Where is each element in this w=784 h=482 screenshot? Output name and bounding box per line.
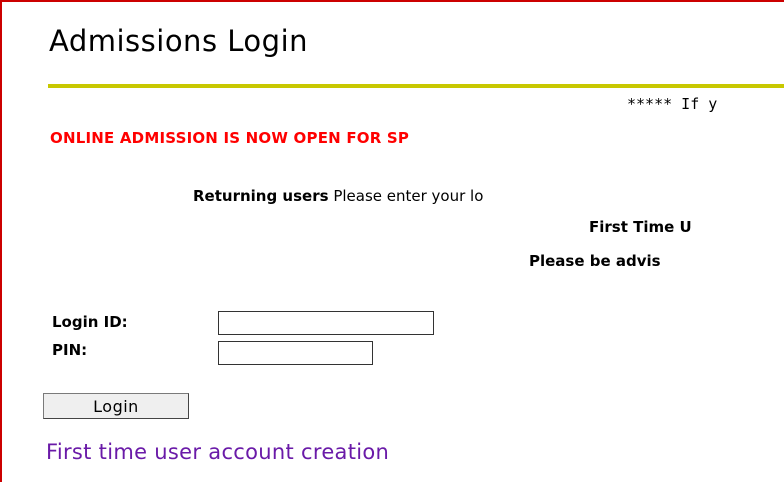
first-time-users-heading: First Time U: [589, 218, 692, 236]
page-title: Admissions Login: [49, 24, 309, 58]
returning-users-text: Please enter your lo: [328, 187, 484, 205]
returning-users-heading: Returning users: [193, 187, 329, 205]
returning-users-instructions: Returning users Please enter your lo: [193, 187, 483, 205]
pin-label: PIN:: [52, 341, 88, 359]
login-button[interactable]: Login: [43, 393, 189, 419]
pin-input[interactable]: [218, 341, 373, 365]
first-time-account-link[interactable]: First time user account creation: [46, 440, 389, 464]
online-admission-alert: ONLINE ADMISSION IS NOW OPEN FOR SP: [50, 129, 410, 147]
page-frame: Admissions Login ***** If y ONLINE ADMIS…: [0, 0, 784, 482]
title-divider: [48, 84, 784, 88]
notice-text: ***** If y: [627, 95, 718, 113]
login-id-label: Login ID:: [52, 313, 128, 331]
login-id-input[interactable]: [218, 311, 434, 335]
advisory-text: Please be advis: [529, 252, 661, 270]
